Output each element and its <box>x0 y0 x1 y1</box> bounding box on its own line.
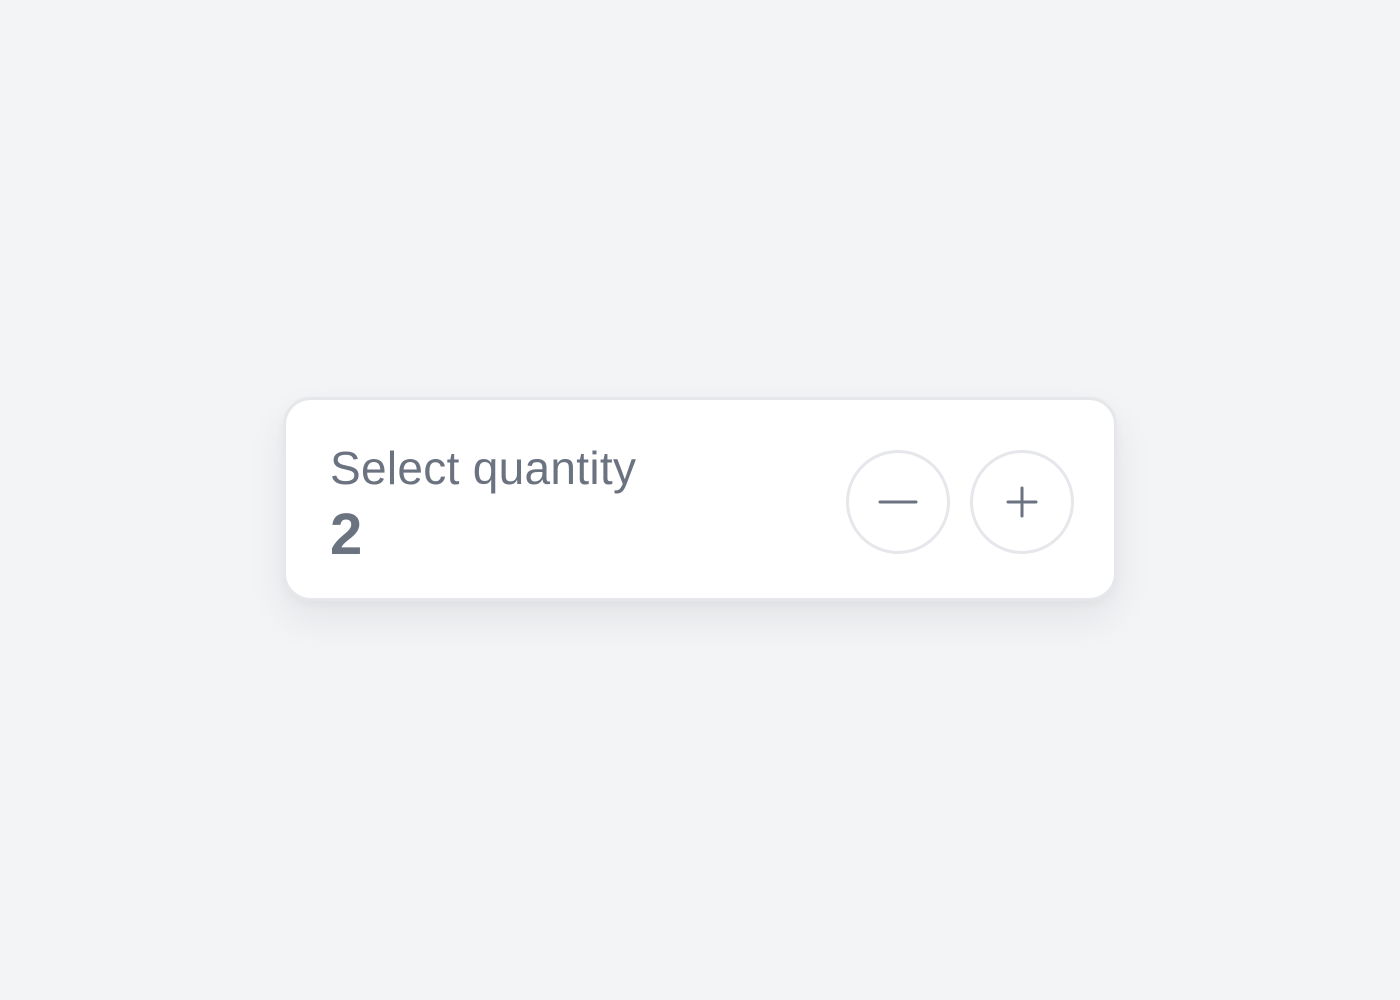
minus-icon <box>878 482 918 522</box>
increment-button[interactable] <box>970 450 1074 554</box>
quantity-stepper: Select quantity 2 <box>283 397 1117 601</box>
quantity-label: Select quantity <box>330 442 637 494</box>
decrement-button[interactable] <box>846 450 950 554</box>
quantity-value: 2 <box>330 502 363 567</box>
plus-icon <box>1005 485 1039 519</box>
